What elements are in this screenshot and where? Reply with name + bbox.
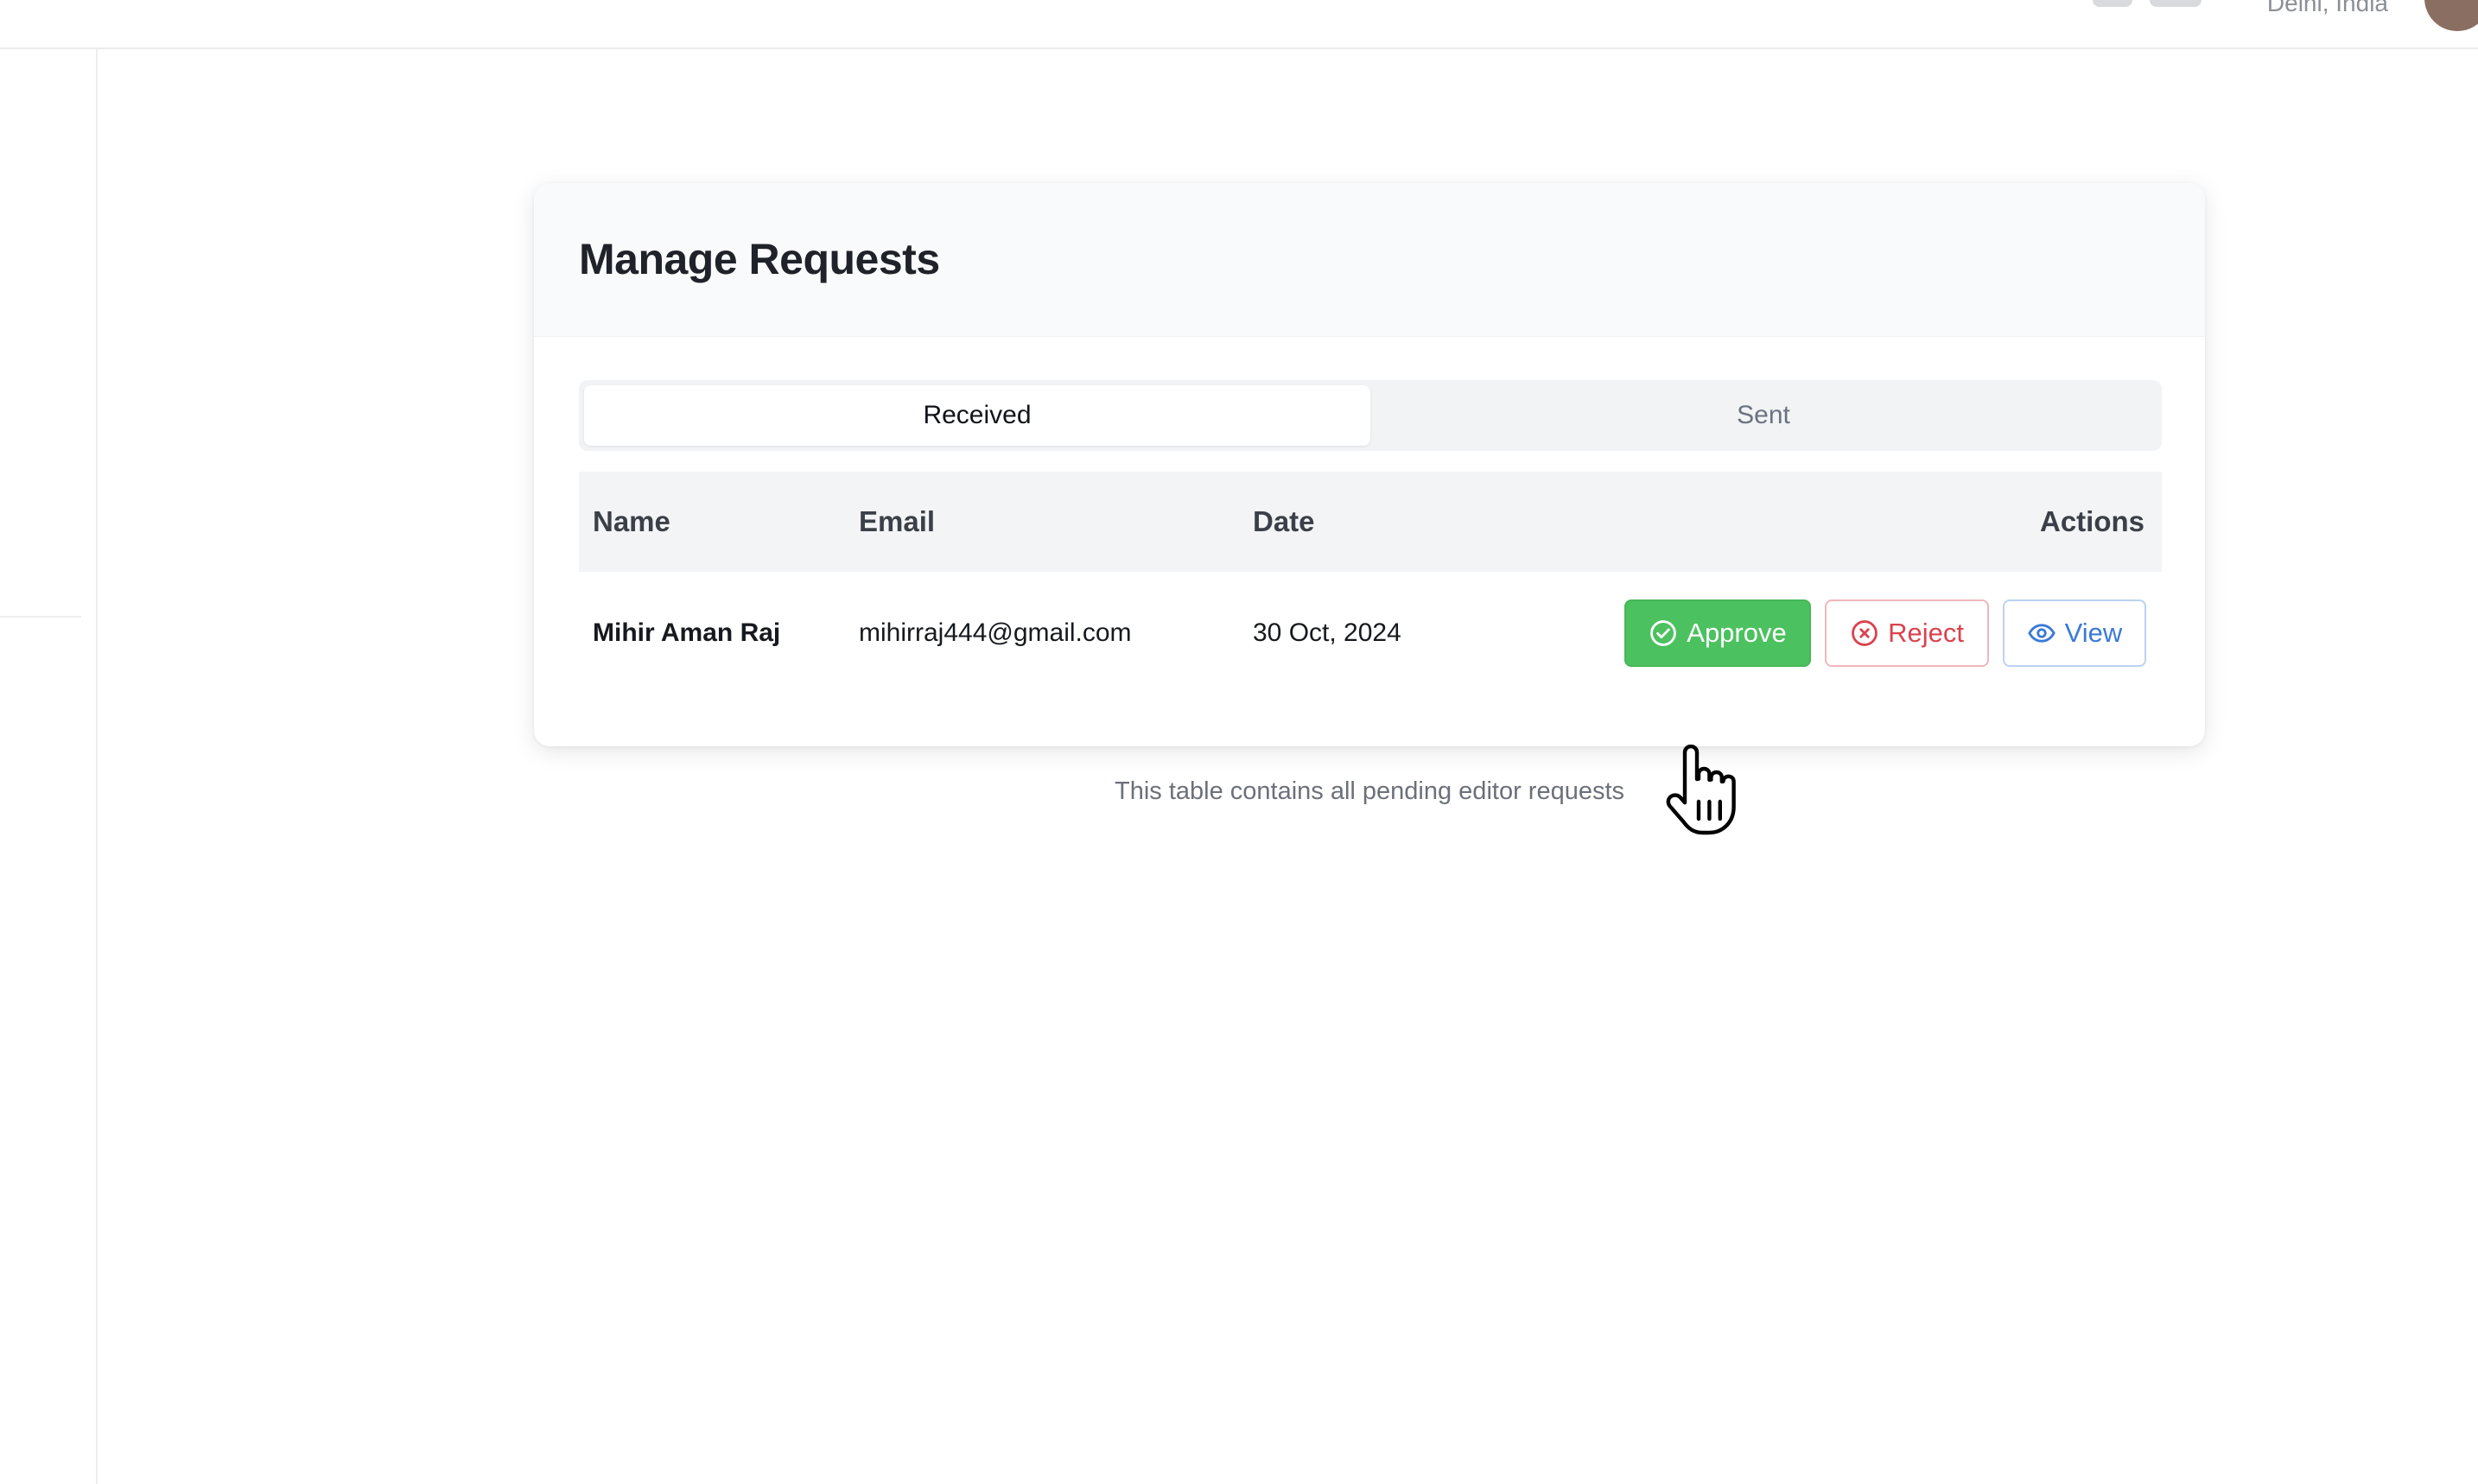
hand-pointer-cursor-icon [1666, 745, 1736, 835]
request-name: Mihir Aman Raj [593, 618, 781, 647]
approve-button[interactable]: Approve [1624, 599, 1811, 667]
avatar[interactable] [2424, 0, 2478, 31]
top-nav-item[interactable] [2093, 0, 2132, 7]
manage-requests-card: Manage Requests Received Sent Name Email… [534, 183, 2205, 746]
tab-received[interactable]: Received [584, 385, 1370, 446]
user-location: Delhi, India [2266, 0, 2388, 16]
table-header: Name Email Date Actions [579, 472, 2162, 572]
table-caption: This table contains all pending editor r… [1114, 777, 1625, 805]
page-title: Manage Requests [579, 235, 940, 283]
request-date: 30 Oct, 2024 [1253, 618, 1401, 647]
reject-label: Reject [1888, 618, 1964, 648]
top-nav-item[interactable] [2150, 0, 2202, 7]
column-header-actions: Actions [2039, 505, 2144, 537]
column-header-name: Name [593, 505, 670, 537]
x-circle-icon [1852, 620, 1878, 646]
view-label: View [2064, 618, 2123, 648]
sidebar [0, 49, 98, 1484]
column-header-date: Date [1253, 505, 1315, 537]
reject-button[interactable]: Reject [1825, 599, 1989, 667]
request-email: mihirraj444@gmail.com [859, 618, 1132, 647]
top-bar: Delhi, India [0, 0, 2478, 49]
approve-label: Approve [1687, 618, 1787, 648]
eye-icon [2028, 624, 2055, 643]
sidebar-divider [0, 616, 81, 618]
check-circle-icon [1650, 620, 1677, 646]
card-header: Manage Requests [534, 183, 2205, 337]
view-button[interactable]: View [2003, 599, 2146, 667]
tab-sent[interactable]: Sent [1370, 385, 2157, 446]
column-header-email: Email [859, 505, 936, 537]
request-tabs: Received Sent [579, 380, 2162, 451]
